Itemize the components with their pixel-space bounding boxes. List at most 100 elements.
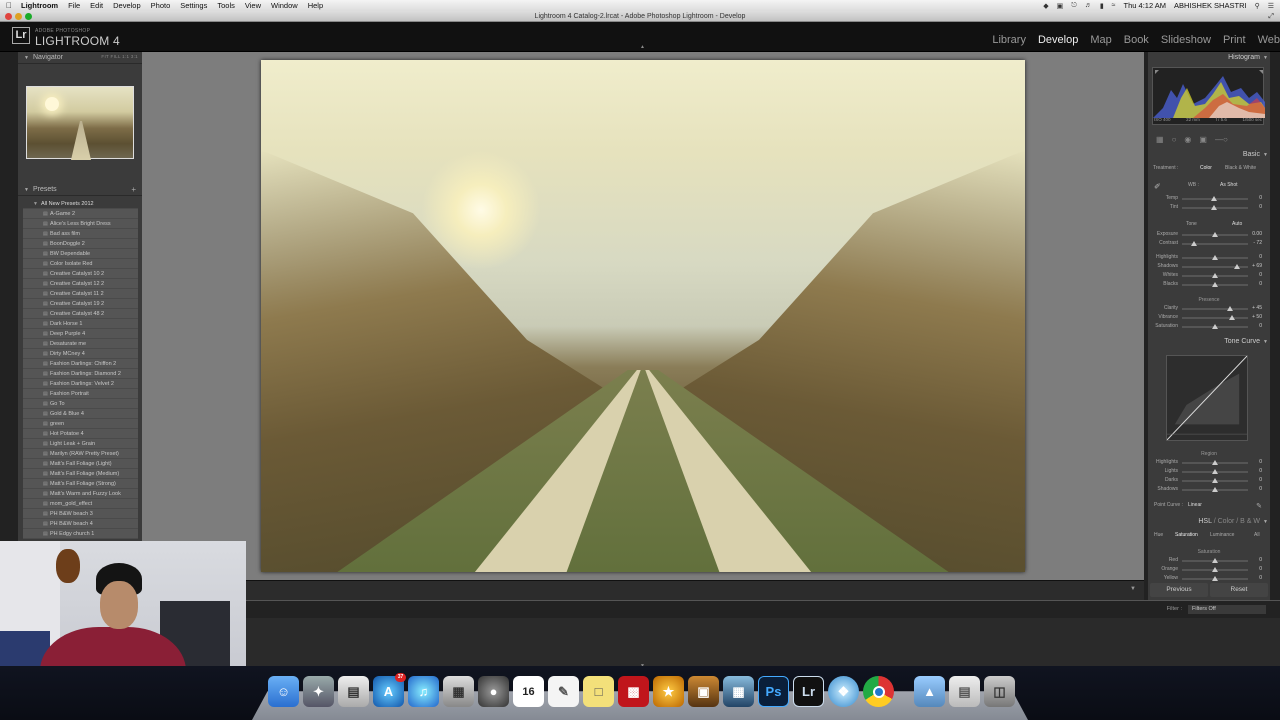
slider-knob[interactable] bbox=[1234, 264, 1241, 269]
basic-header[interactable]: Basic ▼ bbox=[1148, 149, 1270, 161]
preset-item[interactable]: ▤ Bad ass film bbox=[23, 229, 138, 239]
preset-item[interactable]: ▤ BW Dependable bbox=[23, 249, 138, 259]
slider-knob[interactable] bbox=[1212, 232, 1218, 237]
right-panel-edge[interactable] bbox=[1270, 52, 1280, 600]
slider-track[interactable] bbox=[1182, 576, 1248, 581]
calendar-icon[interactable]: 16 bbox=[513, 676, 544, 707]
color-tab[interactable]: Color bbox=[1218, 518, 1235, 525]
preset-item[interactable]: ▤ Matt's Fall Foliage (Medium) bbox=[23, 469, 138, 479]
slider-track[interactable] bbox=[1182, 196, 1248, 201]
preset-item[interactable]: ▤ Creative Catalyst 19 2 bbox=[23, 299, 138, 309]
chrome-icon[interactable] bbox=[863, 676, 894, 707]
preset-folder[interactable]: ▼ All New Presets 2012 bbox=[23, 199, 138, 209]
preset-item[interactable]: ▤ Creative Catalyst 11 2 bbox=[23, 289, 138, 299]
histogram-header[interactable]: Histogram ▼ bbox=[1148, 52, 1270, 64]
preset-item[interactable]: ▤ Fashion Darlings: Velvet 2 bbox=[23, 379, 138, 389]
slider-knob[interactable] bbox=[1190, 241, 1197, 246]
preset-item[interactable]: ▤ Light Leak + Grain bbox=[23, 439, 138, 449]
slider-track[interactable] bbox=[1182, 460, 1248, 465]
photoshop-icon[interactable]: Ps bbox=[758, 676, 789, 707]
slider-knob[interactable] bbox=[1212, 576, 1218, 581]
add-preset-button[interactable]: + bbox=[131, 185, 136, 194]
slider-value[interactable]: 0.00 bbox=[1244, 231, 1262, 237]
clock[interactable]: Thu 4:12 AM bbox=[1124, 1, 1167, 10]
presets-header[interactable]: ▼ Presets + bbox=[18, 184, 142, 196]
slider-knob[interactable] bbox=[1210, 205, 1217, 210]
slider-track[interactable] bbox=[1182, 487, 1248, 492]
notification-center-icon[interactable]: ☰ bbox=[1268, 2, 1274, 10]
slider-knob[interactable] bbox=[1212, 567, 1218, 572]
preset-item[interactable]: ▤ Matt's Fall Foliage (Light) bbox=[23, 459, 138, 469]
spotlight-icon[interactable]: ⚲ bbox=[1255, 2, 1260, 10]
iphoto-icon[interactable]: ▣ bbox=[688, 676, 719, 707]
slider-value[interactable]: + 45 bbox=[1244, 305, 1262, 311]
preset-item[interactable]: ▤ A-Game 2 bbox=[23, 209, 138, 219]
apple-menu-icon[interactable]:  bbox=[6, 1, 12, 10]
slider-track[interactable] bbox=[1182, 567, 1248, 572]
slider-value[interactable]: + 50 bbox=[1244, 314, 1262, 320]
wifi-icon[interactable]: ≈ bbox=[1112, 2, 1116, 9]
module-develop[interactable]: Develop bbox=[1038, 34, 1078, 46]
preset-item[interactable]: ▤ Marilyn (RAW Pretty Preset) bbox=[23, 449, 138, 459]
preset-item[interactable]: ▤ Color Isolate Red bbox=[23, 259, 138, 269]
slider-knob[interactable] bbox=[1212, 324, 1218, 329]
bw-tab[interactable]: B & W bbox=[1240, 518, 1260, 525]
fullscreen-icon[interactable]: ⤢ bbox=[1268, 11, 1274, 22]
facetime-icon[interactable]: ● bbox=[478, 676, 509, 707]
slider-knob[interactable] bbox=[1212, 273, 1218, 278]
slider-value[interactable]: 0 bbox=[1244, 477, 1262, 483]
preset-item[interactable]: ▤ Dirty MCney 4 bbox=[23, 349, 138, 359]
filter-select[interactable]: Filters Off bbox=[1188, 605, 1266, 614]
navigator-header[interactable]: ▼ Navigator FIT FILL 1:1 3:1 bbox=[18, 52, 142, 64]
slider-track[interactable] bbox=[1182, 558, 1248, 563]
module-library[interactable]: Library bbox=[992, 34, 1026, 46]
module-map[interactable]: Map bbox=[1090, 34, 1111, 46]
slider-track[interactable] bbox=[1182, 232, 1248, 237]
preset-item[interactable]: ▤ Matt's Warm and Fuzzy Look bbox=[23, 489, 138, 499]
reset-button[interactable]: Reset bbox=[1210, 583, 1268, 597]
slider-track[interactable] bbox=[1182, 478, 1248, 483]
preset-item[interactable]: ▤ Desaturate me bbox=[23, 339, 138, 349]
launchpad-icon[interactable]: ✦ bbox=[303, 676, 334, 707]
wb-eyedropper-icon[interactable]: ✐ bbox=[1154, 182, 1161, 191]
slider-knob[interactable] bbox=[1212, 469, 1218, 474]
hsl-header[interactable]: HSL / Color / B & W ▼ bbox=[1148, 516, 1270, 528]
left-panel-edge[interactable] bbox=[0, 52, 18, 542]
preset-item[interactable]: ▤ Dark Horse 1 bbox=[23, 319, 138, 329]
preset-item[interactable]: ▤ Creative Catalyst 48 2 bbox=[23, 309, 138, 319]
slider-value[interactable]: 0 bbox=[1244, 272, 1262, 278]
finder-icon[interactable]: ☺ bbox=[268, 676, 299, 707]
slider-track[interactable] bbox=[1182, 264, 1248, 269]
slider-knob[interactable] bbox=[1212, 478, 1218, 483]
preset-item[interactable]: ▤ Hot Potatoe 4 bbox=[23, 429, 138, 439]
graduated-filter-icon[interactable]: ▣ bbox=[1199, 135, 1207, 144]
collapse-top-panel-icon[interactable]: ▲ bbox=[640, 44, 645, 50]
dropbox-icon[interactable]: ◆ bbox=[1043, 2, 1048, 10]
menu-settings[interactable]: Settings bbox=[180, 1, 207, 10]
auto-tone-button[interactable]: Auto bbox=[1232, 221, 1242, 227]
slider-knob[interactable] bbox=[1212, 460, 1218, 465]
dashboard-icon[interactable]: ▤ bbox=[338, 676, 369, 707]
documents-stack-icon[interactable]: ▤ bbox=[949, 676, 980, 707]
slider-track[interactable] bbox=[1182, 315, 1248, 320]
slider-value[interactable]: 0 bbox=[1244, 254, 1262, 260]
hsl-tab-all[interactable]: All bbox=[1254, 532, 1260, 538]
module-web[interactable]: Web bbox=[1258, 34, 1280, 46]
slider-value[interactable]: 0 bbox=[1244, 195, 1262, 201]
minimize-window-button[interactable] bbox=[15, 13, 22, 20]
slider-value[interactable]: 0 bbox=[1244, 566, 1262, 572]
crop-tool-icon[interactable]: ▦ bbox=[1156, 135, 1164, 144]
filmstrip[interactable] bbox=[246, 618, 1280, 666]
slider-value[interactable]: 0 bbox=[1244, 204, 1262, 210]
photo-browser-icon[interactable]: ▦ bbox=[443, 676, 474, 707]
slider-knob[interactable] bbox=[1212, 282, 1218, 287]
slider-track[interactable] bbox=[1182, 469, 1248, 474]
preset-item[interactable]: ▤ Fashion Portrait bbox=[23, 389, 138, 399]
photo-booth-icon[interactable]: ▩ bbox=[618, 676, 649, 707]
preset-item[interactable]: ▤ Fashion Darlings: Diamond 2 bbox=[23, 369, 138, 379]
tone-curve-graph[interactable] bbox=[1166, 355, 1248, 441]
slider-value[interactable]: + 69 bbox=[1244, 263, 1262, 269]
spot-removal-icon[interactable]: ○ bbox=[1172, 135, 1177, 144]
adjustment-brush-icon[interactable]: —○ bbox=[1215, 135, 1228, 144]
preset-item[interactable]: ▤ mom_gold_effect bbox=[23, 499, 138, 509]
